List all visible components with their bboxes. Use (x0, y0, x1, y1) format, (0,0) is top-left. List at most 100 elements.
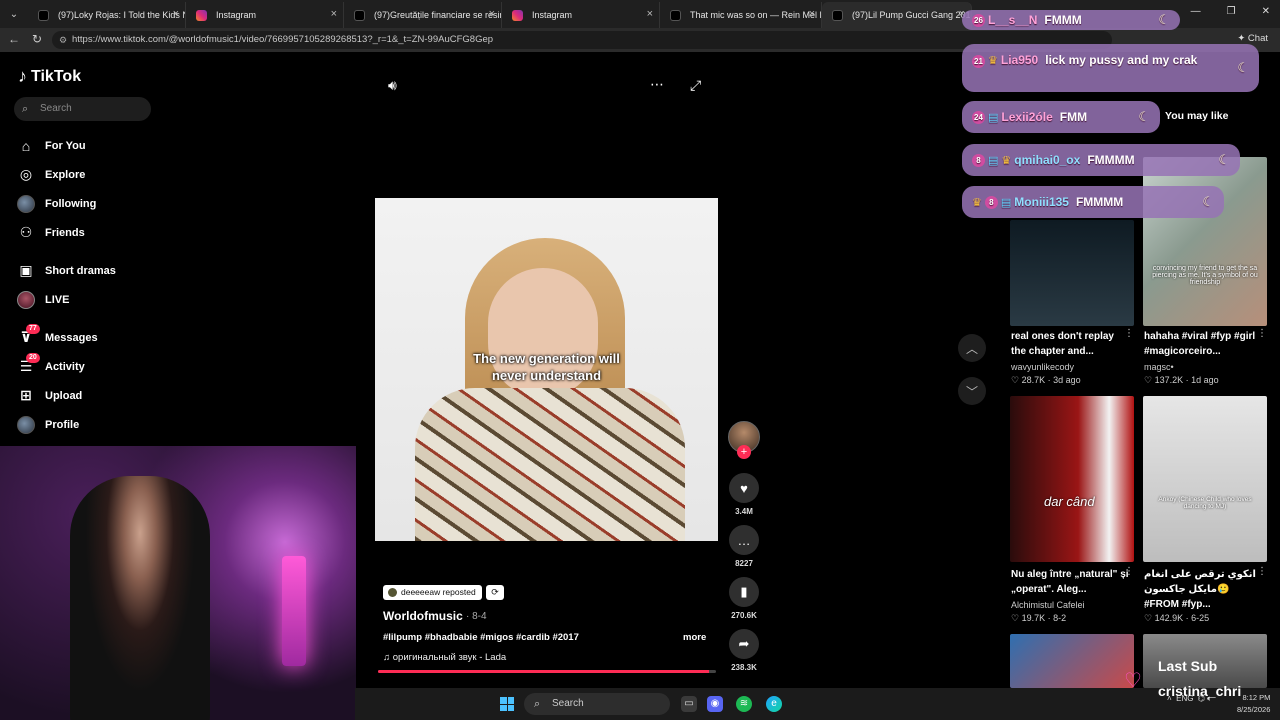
badge-icon: ▤ (988, 111, 999, 124)
streamer-figure (70, 476, 210, 720)
rec-thumbnail[interactable]: convincing my friend to get the sa pierc… (1143, 157, 1267, 326)
close-tab-icon[interactable]: × (809, 8, 815, 20)
video-player[interactable]: The new generation will never understand (375, 198, 718, 541)
repost-icon[interactable]: ⟳ (486, 585, 504, 600)
badge-icon: ▤ (1000, 196, 1012, 209)
search-input[interactable]: ⌕ Search (14, 97, 151, 121)
search-icon: ⌕ (22, 103, 29, 115)
close-tab-icon[interactable]: × (331, 8, 337, 20)
edge-icon[interactable]: e (766, 696, 782, 712)
browser-tab[interactable]: Instagram × (502, 2, 660, 28)
tiktok-logo[interactable]: ♪ TikTok (18, 66, 81, 87)
rec-meta: ♡ 142.9K · 6-25 (1144, 613, 1210, 623)
live-icon (17, 290, 35, 309)
browser-tab[interactable]: That mic was so on — Rein Mel Fi × (660, 2, 822, 28)
share-icon[interactable]: ➦ (729, 629, 759, 659)
friends-icon: ⚇ (19, 224, 33, 240)
messages-badge: 77 (26, 324, 40, 334)
rec-title[interactable]: Nu aleg între „natural" și „operat". Ale… (1011, 567, 1131, 597)
video-sound[interactable]: ♫ оригинальный звук - Lada (383, 652, 506, 663)
compass-icon: ◎ (19, 166, 33, 182)
site-info-icon[interactable]: ⚙ (59, 31, 67, 49)
maximize-icon[interactable]: ❐ (1227, 6, 1236, 17)
sidebar-item-friends[interactable]: ⚇ Friends (16, 218, 156, 247)
close-window-icon[interactable]: ✕ (1262, 6, 1270, 17)
rec-title[interactable]: real ones don't replay the chapter and..… (1011, 329, 1131, 359)
minimize-icon[interactable]: — (1191, 6, 1201, 17)
sidebar-item-following[interactable]: Following (16, 189, 156, 218)
browser-tab[interactable]: Instagram × (186, 2, 344, 28)
save-action[interactable]: ▮ 270.6K (728, 577, 760, 620)
reload-icon[interactable]: ↻ (32, 32, 42, 46)
sidebar-item-activity[interactable]: ☰ 20 Activity (16, 352, 156, 381)
sidebar-item-explore[interactable]: ◎ Explore (16, 160, 156, 189)
share-action[interactable]: ➦ 238.3K (728, 629, 760, 672)
film-icon: ▣ (19, 262, 33, 278)
comment-icon[interactable]: … (729, 525, 759, 555)
you-may-like-header: You may like (1165, 110, 1229, 122)
chat-message: 26 L__s__N FMMM ☾ (962, 10, 1180, 30)
rec-title[interactable]: hahaha #viral #fyp #girl #magicorceiro..… (1144, 329, 1264, 359)
close-tab-icon[interactable]: × (647, 8, 653, 20)
follow-plus-icon[interactable]: + (737, 445, 751, 459)
rec-thumbnail[interactable]: dar când (1010, 396, 1134, 562)
tiktok-logo-icon: ♪ (18, 66, 27, 86)
rec-more-icon[interactable]: ⋮ (1257, 328, 1267, 339)
more-options-icon[interactable]: ⋯ (650, 76, 664, 93)
video-progress-bar[interactable] (378, 670, 716, 673)
bookmark-icon[interactable]: ▮ (729, 577, 759, 607)
previous-video-button[interactable]: ︿ (958, 334, 986, 362)
url-field[interactable]: ⚙ https://www.tiktok.com/@worldofmusic1/v… (52, 31, 1112, 49)
chevron-up-icon: ︿ (965, 341, 978, 356)
rec-thumbnail[interactable]: Ankoy (Chinese Child who loves dancing t… (1143, 396, 1267, 562)
back-icon[interactable]: ← (8, 32, 20, 46)
sidebar-item-for-you[interactable]: ⌂ For You (16, 131, 156, 160)
heart-icon[interactable]: ♥ (729, 473, 759, 503)
browser-tab[interactable]: (97)Loky Rojas: I Told the Kids No! × (28, 2, 186, 28)
rec-thumbnail[interactable] (1010, 220, 1134, 326)
close-tab-icon[interactable]: × (173, 8, 179, 20)
start-button-icon[interactable] (500, 697, 514, 711)
discord-icon[interactable]: ◉ (707, 696, 723, 712)
more-button[interactable]: more (683, 632, 706, 643)
crown-icon: ♛ (972, 196, 982, 209)
rec-more-icon[interactable]: ⋮ (1124, 566, 1134, 577)
taskbar-search[interactable]: ⌕ Search (524, 693, 670, 715)
rec-author[interactable]: Alchimistul Cafelei (1011, 600, 1085, 610)
close-tab-icon[interactable]: × (489, 8, 495, 20)
rec-author[interactable]: magsc• (1144, 362, 1174, 372)
sidebar-item-messages[interactable]: ⊽ 77 Messages (16, 323, 156, 352)
chat-message: 8 ▤ ♛ qmihai0_ox FMMMM ☾ (962, 144, 1240, 176)
sidebar-item-short-dramas[interactable]: ▣ Short dramas (16, 256, 156, 285)
taskbar-clock[interactable]: 8:12 PM 8/25/2026 (1237, 692, 1270, 716)
fullscreen-icon[interactable]: ⤢ (690, 77, 701, 94)
creator-avatar-block[interactable]: + (728, 421, 760, 459)
instagram-favicon-icon (196, 10, 207, 21)
rec-thumbnail[interactable] (1010, 634, 1134, 688)
tab-search-icon[interactable]: ⌄ (0, 0, 28, 28)
volume-icon[interactable]: 🔊︎ (388, 77, 397, 94)
reposted-tag[interactable]: deeeeeaw reposted (383, 585, 482, 600)
rec-more-icon[interactable]: ⋮ (1124, 328, 1134, 339)
next-video-button[interactable]: ﹀ (958, 377, 986, 405)
video-author[interactable]: Worldofmusic (383, 609, 463, 623)
browser-tab[interactable]: (97)Greutățile financiare se resimt × (344, 2, 502, 28)
sidebar-item-profile[interactable]: Profile (16, 410, 156, 439)
like-action[interactable]: ♥ 3.4M (728, 473, 760, 516)
moon-icon: ☾ (1138, 109, 1150, 124)
rec-more-icon[interactable]: ⋮ (1257, 566, 1267, 577)
comment-action[interactable]: … 8227 (728, 525, 760, 568)
moon-icon: ☾ (1237, 60, 1249, 75)
task-view-icon[interactable]: ▭ (681, 696, 697, 712)
rec-author[interactable]: wavyunlikecody (1011, 362, 1074, 372)
rec-author[interactable]: . (1144, 600, 1147, 610)
sidebar-item-live[interactable]: LIVE (16, 285, 156, 314)
sidebar-menu: ⌂ For You ◎ Explore Following ⚇ Friends ▣ Sh… (16, 131, 156, 439)
copilot-chat-button[interactable]: ✦ Chat (1237, 33, 1268, 44)
spotify-icon[interactable]: ≋ (736, 696, 752, 712)
last-sub-label: Last Sub (1158, 658, 1218, 674)
video-hashtags[interactable]: #lilpump #bhadbabie #migos #cardib #2017 (383, 632, 579, 643)
sidebar-item-upload[interactable]: ⊞ Upload (16, 381, 156, 410)
browser-tab-active[interactable]: (97)Lil Pump Gucci Gang 201 × (822, 2, 972, 28)
rec-title[interactable]: انكوي ترقص على انغام مايكل جاكسون🥲 #FROM… (1144, 567, 1264, 612)
